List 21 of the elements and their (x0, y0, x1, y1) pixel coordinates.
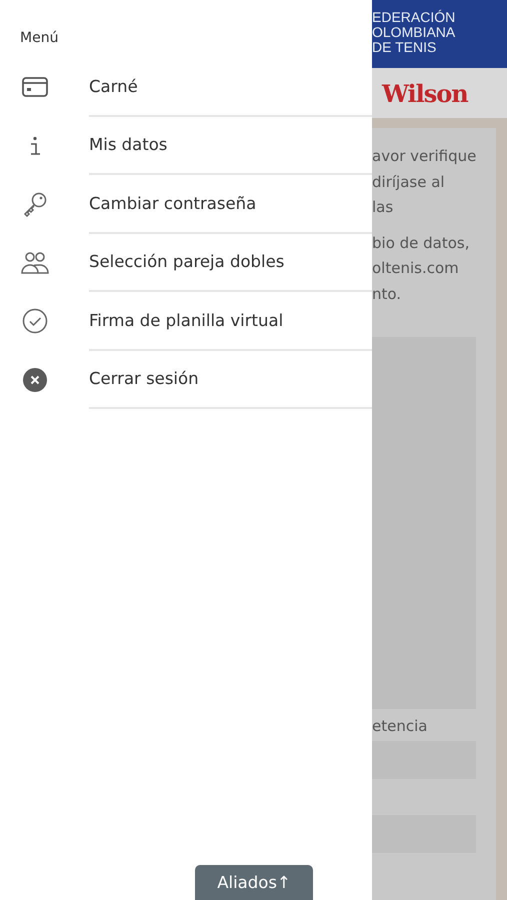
federation-logo-text: OLOMBIANA (372, 25, 456, 40)
field-label: etencia (372, 717, 428, 735)
input-field[interactable] (372, 815, 476, 853)
input-field[interactable] (372, 741, 476, 779)
menu-title: Menú (19, 30, 60, 46)
info-text: avor verifique (372, 146, 476, 167)
key-icon (22, 191, 48, 218)
close-icon (22, 366, 48, 393)
info-text: las (372, 197, 394, 218)
info-text: oltenis.com (372, 258, 460, 279)
info-text: nto. (372, 284, 402, 304)
card-icon (22, 77, 48, 98)
people-icon (20, 252, 48, 274)
sponsor-logo: Wilson (382, 78, 468, 108)
federation-logo-text: EDERACIÓN (372, 10, 456, 25)
info-text: diríjase al (372, 172, 446, 192)
info-icon (28, 136, 40, 156)
info-text: bio de datos, (372, 232, 471, 254)
check-circle-icon (22, 308, 48, 334)
federation-logo-text: DE TENIS (372, 40, 438, 55)
allies-button[interactable]: Aliados↑ (195, 865, 313, 900)
